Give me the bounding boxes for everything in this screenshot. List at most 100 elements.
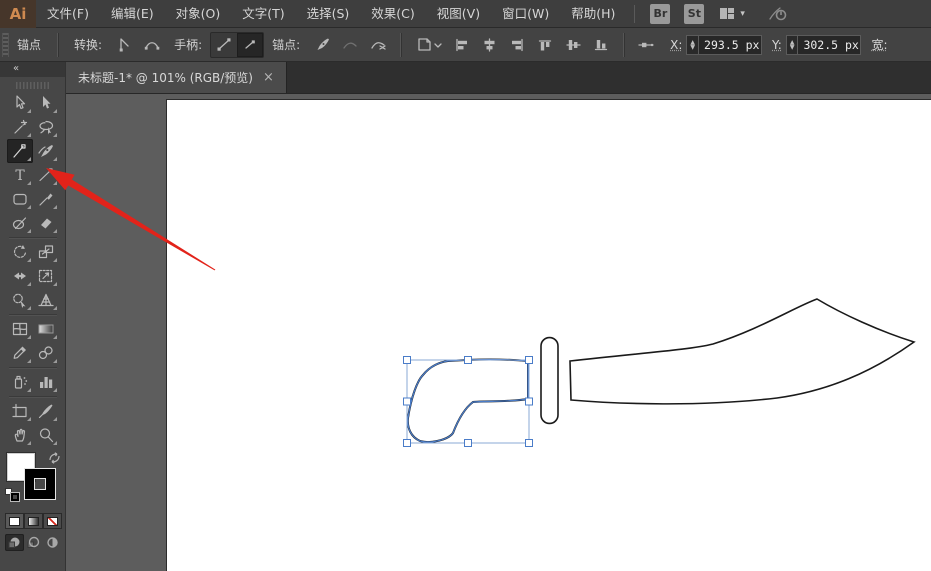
stroke-color-swatch[interactable]: [25, 469, 55, 499]
gradient-mode-button[interactable]: [24, 513, 43, 529]
menu-view[interactable]: 视图(V): [426, 0, 491, 28]
line-segment-icon: [36, 166, 56, 184]
artboard-tool[interactable]: [7, 399, 33, 423]
control-bar-grip[interactable]: [2, 33, 9, 57]
y-stepper[interactable]: ▲ ▼: [786, 35, 798, 55]
canvas-area[interactable]: [66, 94, 931, 571]
y-label[interactable]: Y:: [772, 38, 782, 52]
app-logo: Ai: [0, 0, 36, 28]
width-icon: [10, 267, 30, 285]
stock-button[interactable]: St: [684, 4, 704, 24]
x-label[interactable]: X:: [670, 38, 682, 52]
show-handles-button[interactable]: [211, 33, 237, 57]
anchor-point-icon: [10, 142, 30, 160]
convert-smooth-button[interactable]: [139, 33, 165, 57]
menu-object[interactable]: 对象(O): [165, 0, 232, 28]
collapse-icon: «: [13, 63, 18, 74]
y-input[interactable]: 302.5 px: [797, 35, 861, 55]
draw-behind-button[interactable]: [24, 534, 43, 551]
anchor-point-tool[interactable]: [7, 139, 33, 163]
align-center-horizontal-button[interactable]: [476, 33, 502, 57]
x-input[interactable]: 293.5 px: [698, 35, 762, 55]
default-fill-stroke-icon[interactable]: [5, 488, 19, 501]
workspace-switcher[interactable]: ▾: [719, 7, 745, 20]
menu-file[interactable]: 文件(F): [36, 0, 100, 28]
menu-type[interactable]: 文字(T): [231, 0, 295, 28]
line-segment-tool[interactable]: [33, 163, 59, 187]
slice-tool[interactable]: [33, 399, 59, 423]
panel-collapse-button[interactable]: «: [0, 62, 65, 77]
rotate-tool[interactable]: [7, 240, 33, 264]
align-left-button[interactable]: [448, 33, 474, 57]
rectangle-icon: [10, 190, 30, 208]
cut-path-button[interactable]: [365, 33, 391, 57]
close-icon[interactable]: ×: [263, 71, 274, 84]
panel-grip[interactable]: [16, 82, 50, 89]
control-panel-label: 锚点: [17, 36, 41, 53]
eraser-tool[interactable]: [33, 211, 59, 235]
mesh-icon: [10, 320, 30, 338]
menu-edit[interactable]: 编辑(E): [100, 0, 165, 28]
column-graph-tool[interactable]: [33, 370, 59, 394]
width-tool[interactable]: [7, 264, 33, 288]
magic-wand-tool[interactable]: [7, 115, 33, 139]
symbol-sprayer-icon: [10, 373, 30, 391]
perspective-grid-tool[interactable]: [33, 288, 59, 312]
lasso-tool[interactable]: [33, 115, 59, 139]
artboard[interactable]: [166, 99, 931, 571]
type-tool[interactable]: T: [7, 163, 33, 187]
connect-endpoints-button[interactable]: [337, 33, 363, 57]
free-transform-tool[interactable]: [33, 264, 59, 288]
align-middle-vertical-button[interactable]: [560, 33, 586, 57]
swap-fill-stroke-icon[interactable]: [48, 452, 61, 464]
divider: [623, 33, 624, 57]
direct-selection-tool[interactable]: [7, 91, 33, 115]
isolate-object-icon: [414, 36, 442, 53]
align-bottom-button[interactable]: [588, 33, 614, 57]
scale-tool[interactable]: [33, 240, 59, 264]
rectangle-tool[interactable]: [7, 187, 33, 211]
bridge-button[interactable]: Br: [650, 4, 670, 24]
reference-point-button[interactable]: [633, 33, 659, 57]
x-stepper[interactable]: ▲ ▼: [686, 35, 698, 55]
align-right-button[interactable]: [504, 33, 530, 57]
connect-endpoints-icon: [341, 36, 359, 53]
shape-builder-tool[interactable]: [7, 288, 33, 312]
menu-effect[interactable]: 效果(C): [360, 0, 425, 28]
hand-icon: [10, 426, 30, 444]
blend-tool[interactable]: [33, 341, 59, 365]
mesh-tool[interactable]: [7, 317, 33, 341]
delete-anchor-button[interactable]: [309, 33, 335, 57]
symbol-sprayer-tool[interactable]: [7, 370, 33, 394]
draw-inside-button[interactable]: [43, 534, 62, 551]
gradient-icon: [36, 320, 56, 338]
width-label[interactable]: 宽:: [871, 36, 887, 53]
hand-tool[interactable]: [7, 423, 33, 447]
menu-window[interactable]: 窗口(W): [491, 0, 560, 28]
magic-wand-icon: [10, 118, 30, 136]
draw-behind-icon: [26, 536, 41, 549]
eyedropper-tool[interactable]: [7, 341, 33, 365]
none-mode-button[interactable]: [43, 513, 62, 529]
paintbrush-tool[interactable]: [33, 187, 59, 211]
gradient-tool[interactable]: [33, 317, 59, 341]
pencil-tool[interactable]: [7, 211, 33, 235]
document-tab[interactable]: 未标题-1* @ 101% (RGB/预览) ×: [66, 62, 287, 93]
tools-panel: «: [0, 62, 66, 571]
pen-tool[interactable]: [33, 139, 59, 163]
isolate-object-button[interactable]: [410, 33, 446, 57]
align-top-button[interactable]: [532, 33, 558, 57]
chevron-down-icon: ▾: [740, 9, 745, 19]
direct-selection-icon: [10, 94, 30, 112]
selection-tool[interactable]: [33, 91, 59, 115]
zoom-tool[interactable]: [33, 423, 59, 447]
menu-help[interactable]: 帮助(H): [560, 0, 626, 28]
hide-handles-button[interactable]: [237, 33, 263, 57]
convert-corner-button[interactable]: [111, 33, 137, 57]
menu-select[interactable]: 选择(S): [296, 0, 361, 28]
draw-normal-button[interactable]: [5, 534, 24, 551]
launch-icon[interactable]: [767, 5, 789, 23]
color-mode-button[interactable]: [5, 513, 24, 529]
anchor-label: 锚点:: [272, 36, 300, 53]
stepper-down-icon: ▼: [790, 45, 795, 50]
